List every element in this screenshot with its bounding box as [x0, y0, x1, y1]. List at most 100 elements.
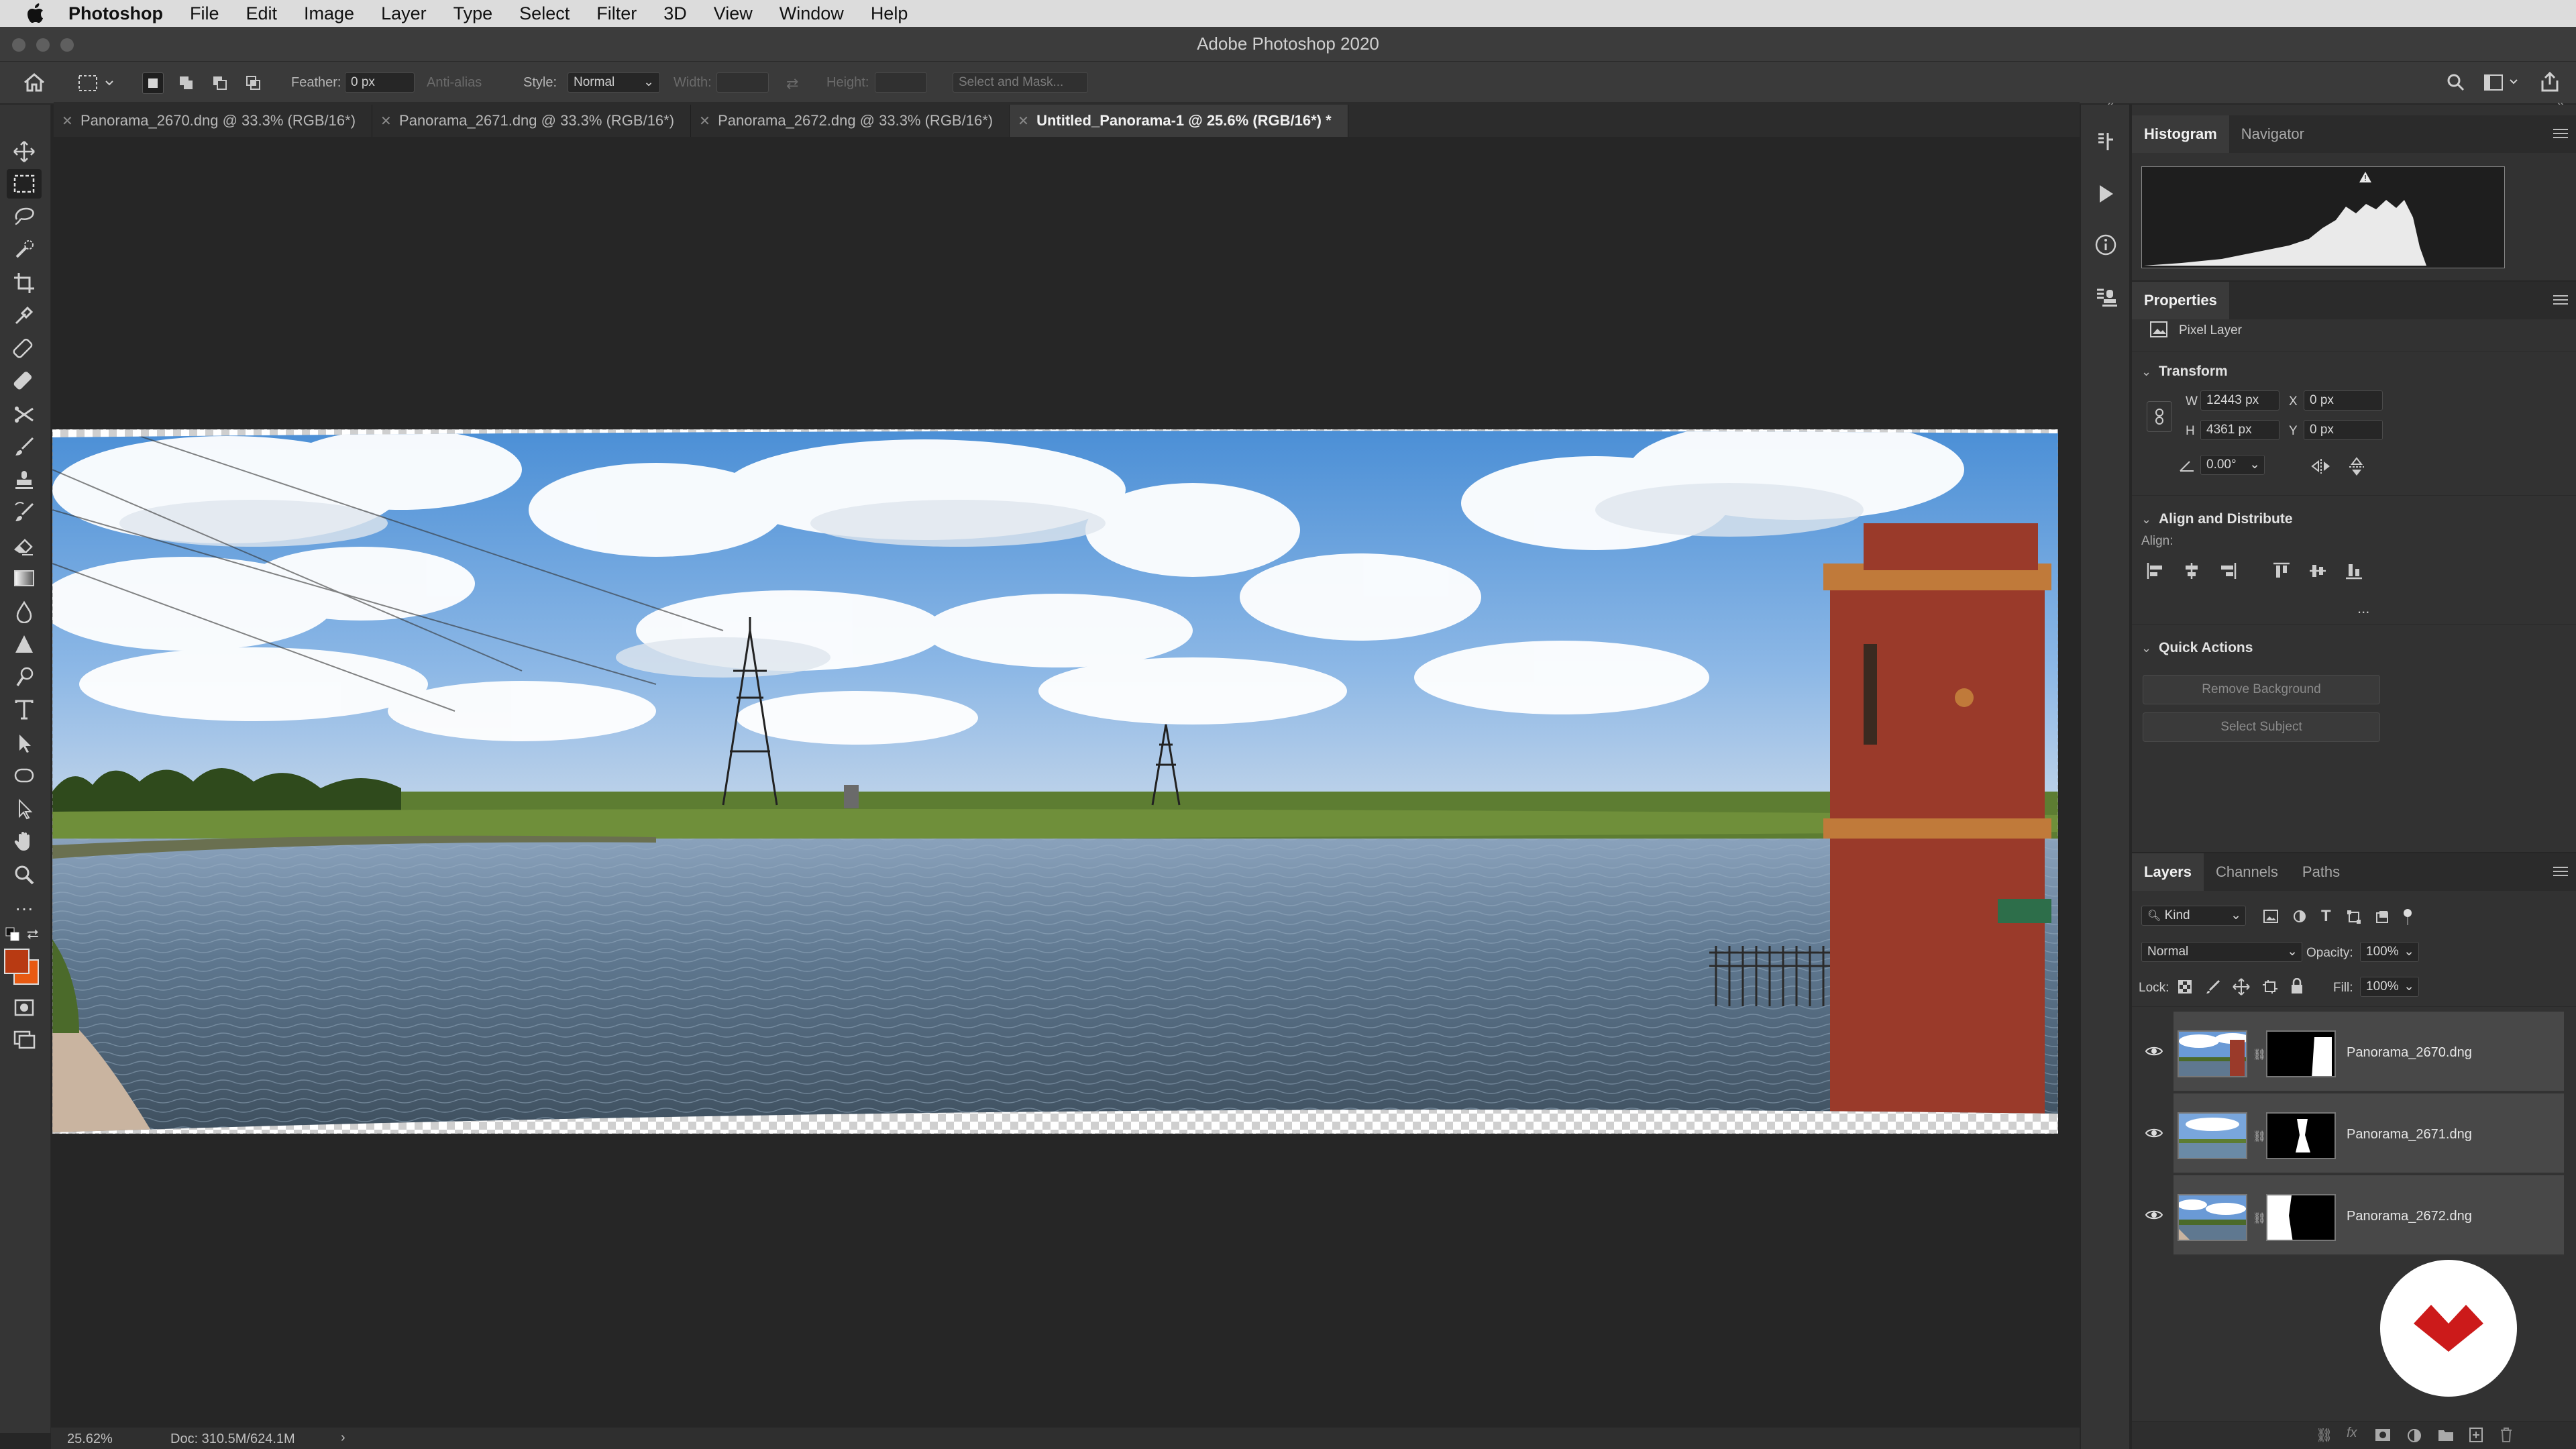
- marquee-icon[interactable]: [7, 169, 42, 199]
- default-colors-icon[interactable]: [5, 927, 20, 945]
- align-top-icon[interactable]: [2271, 561, 2292, 584]
- filter-pixel-icon[interactable]: [2263, 910, 2278, 926]
- tab-panorama-2672[interactable]: ✕ Panorama_2672.dng @ 33.3% (RGB/16*): [691, 105, 1010, 137]
- status-menu-arrow[interactable]: ›: [341, 1430, 345, 1446]
- close-tab-icon[interactable]: ✕: [1018, 113, 1029, 129]
- menu-filter[interactable]: Filter: [596, 3, 637, 24]
- new-layer-icon[interactable]: [2469, 1427, 2483, 1446]
- subtract-selection-icon[interactable]: [209, 72, 231, 94]
- tab-untitled-panorama[interactable]: ✕ Untitled_Panorama-1 @ 25.6% (RGB/16*) *: [1010, 105, 1348, 137]
- zoom-level[interactable]: 25.62%: [67, 1432, 113, 1447]
- lasso-icon[interactable]: [7, 201, 42, 231]
- chevron-down-icon[interactable]: ⌄: [2141, 641, 2151, 655]
- menu-window[interactable]: Window: [780, 3, 844, 24]
- filter-type-icon[interactable]: T: [2321, 907, 2331, 926]
- opacity-field[interactable]: 100% ⌄: [2360, 942, 2419, 962]
- remove-background-button[interactable]: Remove Background: [2143, 675, 2380, 704]
- share-icon[interactable]: [2540, 71, 2560, 97]
- panel-menu-icon[interactable]: [2553, 129, 2568, 138]
- intersect-selection-icon[interactable]: [243, 72, 264, 94]
- layer-name[interactable]: Panorama_2671.dng: [2347, 1127, 2472, 1142]
- tab-panorama-2671[interactable]: ✕ Panorama_2671.dng @ 33.3% (RGB/16*): [372, 105, 692, 137]
- hand-icon[interactable]: [7, 826, 42, 856]
- chevron-down-icon[interactable]: ⌄: [2141, 513, 2151, 527]
- history-brush-icon[interactable]: [7, 498, 42, 527]
- close-window-button[interactable]: [12, 38, 25, 52]
- menu-3d[interactable]: 3D: [663, 3, 687, 24]
- fill-field[interactable]: 100% ⌄: [2360, 977, 2419, 997]
- anti-alias-checkbox[interactable]: Anti-alias: [427, 75, 482, 91]
- select-and-mask-button[interactable]: Select and Mask...: [953, 72, 1088, 93]
- apple-icon[interactable]: [25, 3, 46, 23]
- menu-view[interactable]: View: [714, 3, 753, 24]
- more-tools-icon[interactable]: ···: [7, 894, 42, 923]
- width-input[interactable]: [716, 72, 769, 93]
- y-field[interactable]: 0 px: [2304, 420, 2383, 440]
- filter-kind-select[interactable]: 🔍︎ Kind ⌄: [2141, 906, 2246, 926]
- blend-mode-select[interactable]: Normal ⌄: [2141, 942, 2302, 962]
- menu-file[interactable]: File: [190, 3, 219, 24]
- eye-icon[interactable]: [2145, 1127, 2163, 1139]
- link-layers-icon[interactable]: ⛓: [2316, 1427, 2332, 1444]
- layer-mask-thumbnail[interactable]: [2266, 1112, 2336, 1159]
- lock-transparent-icon[interactable]: [2178, 979, 2192, 998]
- more-align-options[interactable]: ...: [2357, 600, 2369, 617]
- pen-icon[interactable]: [7, 663, 42, 692]
- layer-row[interactable]: ⛓ Panorama_2672.dng: [2145, 1175, 2564, 1256]
- add-selection-icon[interactable]: [176, 72, 197, 94]
- layer-mask-thumbnail[interactable]: [2266, 1030, 2336, 1077]
- app-menu-photoshop[interactable]: Photoshop: [68, 3, 163, 24]
- play-action-icon[interactable]: [2096, 182, 2116, 209]
- marquee-preset-icon[interactable]: [78, 74, 115, 97]
- new-selection-icon[interactable]: [142, 72, 164, 94]
- menu-select[interactable]: Select: [519, 3, 570, 24]
- minimize-window-button[interactable]: [36, 38, 50, 52]
- foreground-color-swatch[interactable]: [4, 949, 30, 974]
- lock-pixels-icon[interactable]: [2206, 979, 2220, 998]
- flip-vertical-icon[interactable]: [2348, 456, 2365, 481]
- lock-artboard-icon[interactable]: [2262, 979, 2278, 998]
- close-tab-icon[interactable]: ✕: [62, 113, 73, 129]
- crop-icon[interactable]: [7, 268, 42, 298]
- new-group-icon[interactable]: [2438, 1428, 2454, 1445]
- patch-icon[interactable]: [7, 400, 42, 429]
- layer-mask-thumbnail[interactable]: [2266, 1194, 2336, 1241]
- close-tab-icon[interactable]: ✕: [699, 113, 710, 129]
- pointer-icon[interactable]: [7, 794, 42, 824]
- lock-position-icon[interactable]: [2233, 978, 2250, 999]
- align-left-icon[interactable]: [2145, 561, 2165, 584]
- brush-icon[interactable]: [7, 432, 42, 462]
- healing-brush-icon[interactable]: [7, 366, 42, 396]
- select-subject-button[interactable]: Select Subject: [2143, 712, 2380, 742]
- eye-icon[interactable]: [2145, 1209, 2163, 1221]
- clone-stamp-icon[interactable]: [7, 466, 42, 495]
- shape-icon[interactable]: [7, 761, 42, 790]
- menu-layer[interactable]: Layer: [381, 3, 427, 24]
- align-hcenter-icon[interactable]: [2182, 561, 2202, 584]
- clone-source-icon[interactable]: [2094, 286, 2117, 312]
- eyedropper-icon[interactable]: [7, 301, 42, 330]
- height-input[interactable]: [875, 72, 927, 93]
- zoom-window-button[interactable]: [60, 38, 74, 52]
- feather-input[interactable]: 0 px: [345, 72, 415, 93]
- close-tab-icon[interactable]: ✕: [380, 113, 392, 129]
- quick-select-icon[interactable]: [7, 235, 42, 264]
- tab-properties[interactable]: Properties: [2132, 282, 2229, 319]
- filter-adjustment-icon[interactable]: [2293, 910, 2306, 926]
- align-vcenter-icon[interactable]: [2308, 561, 2328, 584]
- menu-edit[interactable]: Edit: [246, 3, 278, 24]
- fx-icon[interactable]: fx: [2347, 1426, 2357, 1441]
- angle-field[interactable]: 0.00° ⌄: [2200, 455, 2265, 475]
- height-field[interactable]: 4361 px: [2200, 420, 2279, 440]
- add-mask-icon[interactable]: [2375, 1428, 2391, 1445]
- move-icon[interactable]: [7, 137, 42, 166]
- doc-size[interactable]: Doc: 310.5M/624.1M: [170, 1432, 295, 1447]
- search-icon[interactable]: [2446, 72, 2466, 97]
- style-select[interactable]: Normal ⌄: [568, 72, 660, 93]
- align-bottom-icon[interactable]: [2344, 561, 2364, 584]
- tab-layers[interactable]: Layers: [2132, 853, 2204, 891]
- tab-channels[interactable]: Channels: [2204, 853, 2290, 891]
- gradient-icon[interactable]: [7, 564, 42, 593]
- eraser-icon[interactable]: [7, 531, 42, 561]
- quick-mask-icon[interactable]: [7, 993, 42, 1022]
